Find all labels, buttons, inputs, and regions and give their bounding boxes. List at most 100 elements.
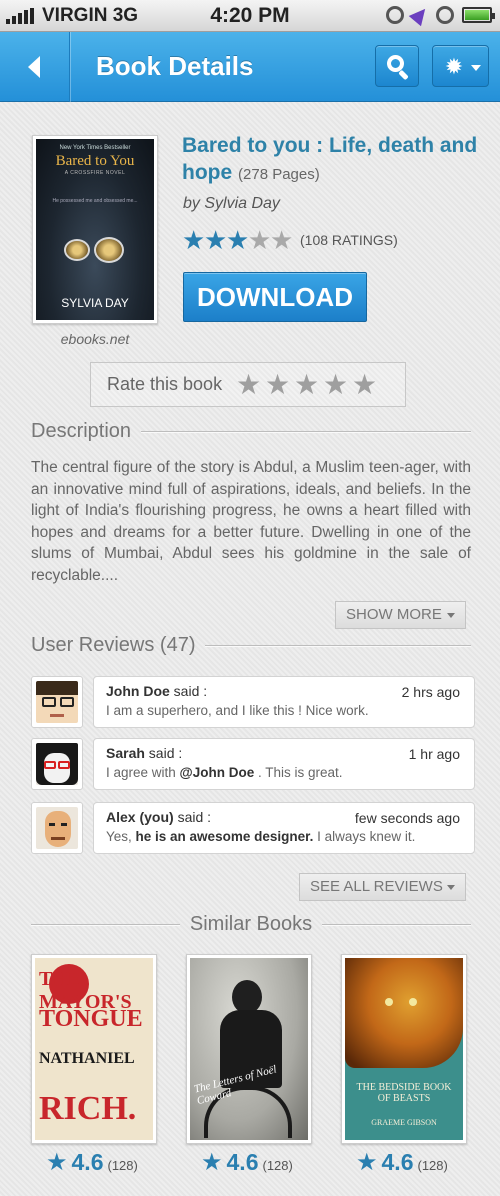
rate-book-widget: Rate this book ★ ★ ★ ★ ★	[90, 362, 406, 407]
review-time: 1 hr ago	[408, 746, 460, 762]
rotation-lock-icon	[436, 6, 454, 24]
star-filled-icon: ★	[226, 225, 250, 255]
similar-book-cover[interactable]: The Bedside Book of Beasts GRAEME GIBSON	[341, 954, 467, 1144]
page-title: Book Details	[96, 51, 254, 81]
book-title-text: Bared to you : Life, death and hope	[182, 134, 478, 184]
search-button[interactable]	[375, 45, 419, 87]
rating-value: 4.6	[226, 1149, 259, 1175]
reviewer-name[interactable]: John Doe	[106, 683, 170, 699]
reviews-heading-text: User Reviews (47)	[31, 634, 196, 656]
download-button[interactable]: DOWNLOAD	[183, 272, 367, 322]
rating-value: 4.6	[381, 1149, 414, 1175]
book-title-line: NATHANIEL	[39, 1050, 135, 1067]
said-label: said :	[173, 809, 212, 825]
said-label: said :	[144, 745, 183, 761]
book-source[interactable]: ebooks.net	[32, 331, 158, 347]
cufflink-image	[64, 239, 90, 261]
rating-value: 4.6	[71, 1149, 104, 1175]
rating-count: (128)	[417, 1158, 448, 1173]
book-title: The Bedside Book of Beasts	[356, 1082, 452, 1104]
review-item: Alex (you) said : few seconds ago Yes, h…	[31, 802, 475, 854]
book-title-line: TONGUE	[39, 1006, 143, 1032]
divider	[322, 924, 472, 925]
chevron-down-icon	[471, 65, 481, 71]
reviews-heading: User Reviews (47)	[31, 634, 471, 657]
star-empty-icon: ★	[270, 225, 294, 255]
see-all-reviews-button[interactable]: SEE ALL REVIEWS	[299, 873, 466, 901]
rating-count: (128)	[262, 1158, 293, 1173]
rate-star-2-icon[interactable]: ★	[263, 368, 292, 401]
divider	[141, 431, 471, 432]
rate-star-1-icon[interactable]: ★	[234, 368, 263, 401]
back-button[interactable]	[0, 32, 70, 102]
ratings-count: (108 RATINGS)	[300, 232, 398, 248]
gear-icon: ✹	[444, 54, 464, 79]
similar-book-rating: ★ 4.6 (128)	[201, 1148, 293, 1177]
similar-book-rating: ★ 4.6 (128)	[46, 1148, 138, 1177]
review-bubble: John Doe said : 2 hrs ago I am a superhe…	[93, 676, 475, 728]
book-title: Bared to you : Life, death and hope (278…	[182, 132, 482, 188]
review-time: 2 hrs ago	[401, 684, 460, 700]
similar-books-heading-text: Similar Books	[189, 913, 313, 935]
cover-top-line: New York Times Bestseller	[59, 145, 131, 151]
settings-button[interactable]: ✹	[432, 45, 489, 87]
see-all-reviews-label: SEE ALL REVIEWS	[310, 878, 443, 895]
avatar[interactable]	[31, 738, 83, 790]
chevron-down-icon	[447, 885, 455, 890]
cover-author: SYLVIA DAY	[61, 296, 129, 310]
back-arrow-icon	[28, 56, 40, 78]
book-cover[interactable]: New York Times Bestseller Bared to You A…	[32, 135, 158, 324]
reviewer-name[interactable]: Alex (you)	[106, 809, 174, 825]
status-bar: VIRGIN 3G 4:20 PM	[0, 0, 500, 32]
reviewer-name[interactable]: Sarah	[106, 745, 145, 761]
similar-book-cover[interactable]: The Letters of Noël Coward	[186, 954, 312, 1144]
page-count: (278 Pages)	[238, 166, 320, 183]
review-item: John Doe said : 2 hrs ago I am a superhe…	[31, 676, 475, 728]
star-filled-icon: ★	[182, 225, 206, 255]
rate-star-3-icon[interactable]: ★	[292, 368, 321, 401]
star-filled-icon: ★	[204, 225, 228, 255]
rating-count: (128)	[107, 1158, 138, 1173]
description-heading-text: Description	[31, 420, 132, 442]
star-empty-icon: ★	[248, 225, 272, 255]
cover-tagline: He possessed me and obsessed me...	[52, 198, 138, 204]
book-author: GRAEME GIBSON	[371, 1118, 437, 1127]
description-heading: Description	[31, 420, 471, 443]
location-icon	[408, 3, 432, 27]
show-more-button[interactable]: SHOW MORE	[335, 601, 466, 629]
user-mention[interactable]: @John Doe	[180, 765, 255, 780]
divider	[205, 645, 471, 646]
rate-star-4-icon[interactable]: ★	[321, 368, 350, 401]
cufflink-image	[94, 237, 124, 263]
review-text: I agree with @John Doe . This is great.	[106, 765, 343, 780]
review-text: Yes, he is an awesome designer. I always…	[106, 829, 416, 844]
divider	[31, 924, 180, 925]
avatar[interactable]	[31, 676, 83, 728]
nav-bar: Book Details ✹	[0, 32, 500, 102]
similar-books-heading: Similar Books	[31, 913, 472, 936]
rate-label: Rate this book	[107, 374, 223, 394]
cover-title: Bared to You	[55, 153, 135, 169]
book-title-line: RICH.	[39, 1090, 137, 1127]
said-label: said :	[169, 683, 208, 699]
review-item: Sarah said : 1 hr ago I agree with @John…	[31, 738, 475, 790]
star-filled-icon: ★	[201, 1149, 223, 1176]
book-author: by Sylvia Day	[183, 195, 280, 212]
rate-star-5-icon[interactable]: ★	[350, 368, 379, 401]
review-bubble: Sarah said : 1 hr ago I agree with @John…	[93, 738, 475, 790]
star-filled-icon: ★	[46, 1149, 68, 1176]
review-text: I am a superhero, and I like this ! Nice…	[106, 703, 369, 718]
clock-icon	[386, 6, 404, 24]
star-filled-icon: ★	[356, 1149, 378, 1176]
description-text: The central figure of the story is Abdul…	[31, 459, 471, 584]
book-rating: ★ ★ ★ ★ ★ (108 RATINGS)	[182, 227, 398, 253]
review-time: few seconds ago	[354, 810, 460, 826]
similar-book-rating: ★ 4.6 (128)	[356, 1148, 448, 1177]
review-bubble: Alex (you) said : few seconds ago Yes, h…	[93, 802, 475, 854]
battery-icon	[462, 7, 495, 23]
similar-book-cover[interactable]: THE MAYOR'S TONGUE NATHANIEL RICH.	[31, 954, 157, 1144]
avatar[interactable]	[31, 802, 83, 854]
chevron-down-icon	[447, 613, 455, 618]
cover-series: A CROSSFIRE NOVEL	[64, 170, 126, 176]
show-more-label: SHOW MORE	[346, 606, 442, 623]
